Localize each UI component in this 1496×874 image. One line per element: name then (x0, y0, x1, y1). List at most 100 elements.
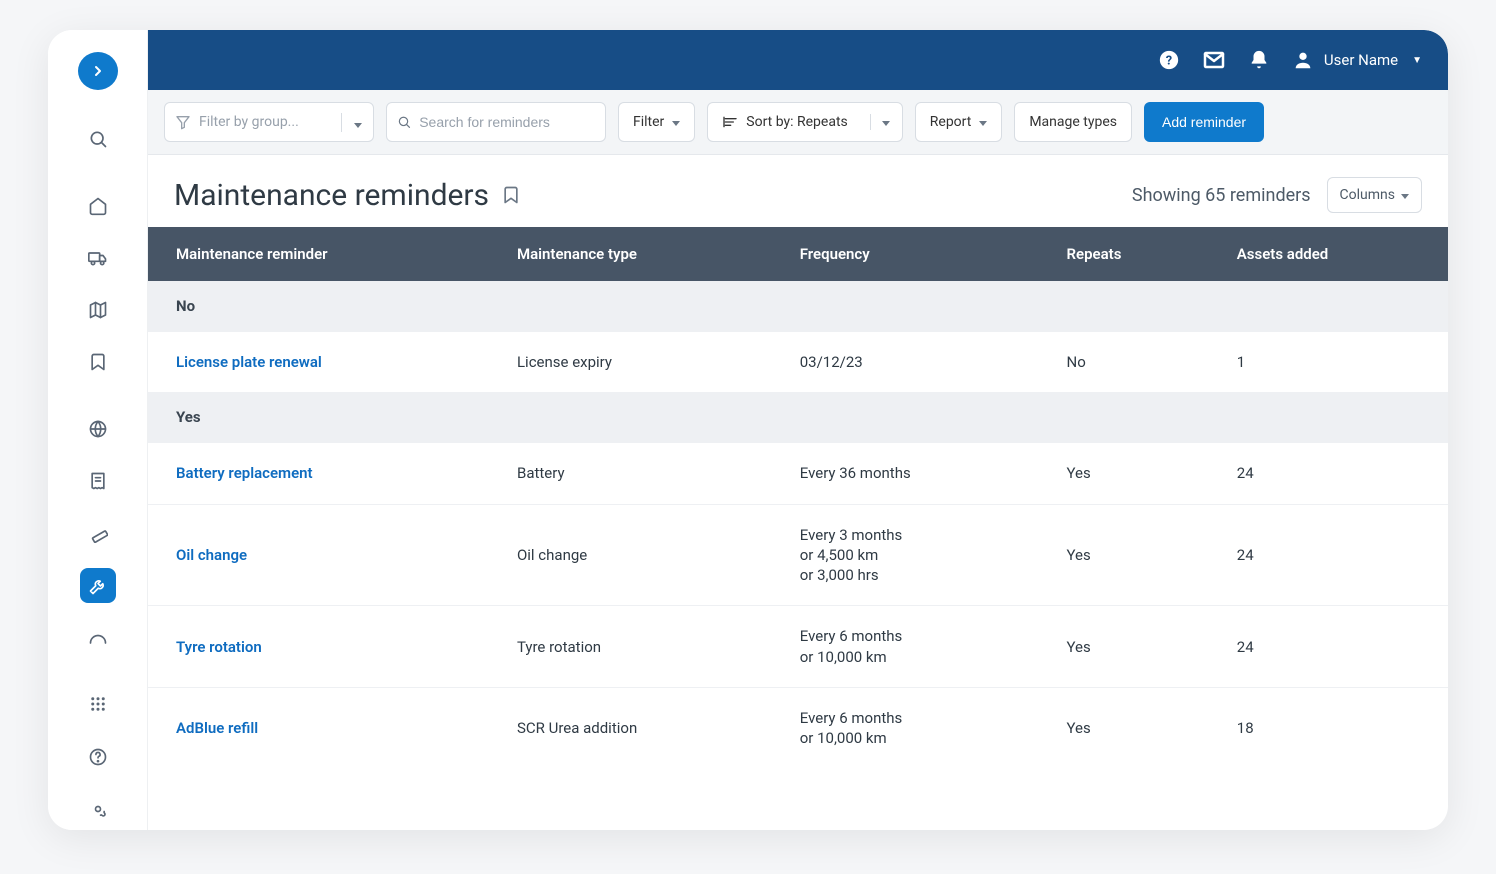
ruler-icon (88, 523, 108, 543)
filter-button[interactable]: Filter (618, 102, 695, 142)
nav-measure[interactable] (80, 516, 116, 550)
envelope-icon (1202, 48, 1226, 72)
reminder-link[interactable]: AdBlue refill (176, 719, 258, 737)
user-icon (1292, 49, 1314, 71)
cell-reminder: AdBlue refill (148, 687, 495, 768)
nav-maintenance[interactable] (80, 568, 116, 602)
cell-type: Oil change (495, 504, 778, 606)
reminder-link[interactable]: Tyre rotation (176, 638, 262, 656)
page-title-text: Maintenance reminders (174, 178, 489, 213)
truck-icon (88, 248, 108, 268)
filter-icon (175, 114, 191, 130)
cell-repeats: Yes (1045, 606, 1215, 688)
search-input[interactable] (419, 114, 595, 130)
topbar: ? User Name ▼ (148, 30, 1448, 90)
cell-repeats: Yes (1045, 504, 1215, 606)
sort-button[interactable]: Sort by: Repeats (707, 102, 902, 142)
toolbar: Filter by group... Filter Sort by: Repea… (148, 90, 1448, 155)
cell-frequency: Every 6 monthsor 10,000 km (778, 687, 1045, 768)
search-icon (88, 129, 108, 149)
nav-help[interactable] (80, 739, 116, 773)
cell-assets: 24 (1215, 504, 1448, 606)
col-assets[interactable]: Assets added (1215, 227, 1448, 281)
cell-frequency: 03/12/23 (778, 332, 1045, 393)
cell-assets: 18 (1215, 687, 1448, 768)
nav-bookmarks[interactable] (80, 345, 116, 379)
grid-icon (89, 695, 107, 713)
report-button[interactable]: Report (915, 102, 1003, 142)
table-row: AdBlue refill SCR Urea additionEvery 6 mo… (148, 687, 1448, 768)
reminder-link[interactable]: Oil change (176, 546, 247, 564)
cell-reminder: Battery replacement (148, 443, 495, 504)
cell-repeats: Yes (1045, 443, 1215, 504)
report-label: Report (930, 114, 972, 130)
receipt-icon (88, 471, 108, 491)
user-name-label: User Name (1324, 51, 1398, 69)
caret-down-icon (1401, 187, 1409, 203)
nav-globe[interactable] (80, 412, 116, 446)
reminder-link[interactable]: License plate renewal (176, 353, 322, 371)
manage-types-label: Manage types (1029, 114, 1117, 130)
topbar-messages-button[interactable] (1202, 48, 1226, 72)
nav-speedometer[interactable] (80, 621, 116, 655)
gauge-icon (88, 632, 108, 644)
sidebar (48, 30, 148, 830)
group-label: Yes (148, 392, 1448, 443)
col-repeats[interactable]: Repeats (1045, 227, 1215, 281)
bookmark-outline-icon[interactable] (501, 185, 521, 205)
nav-reports[interactable] (80, 464, 116, 498)
cell-type: License expiry (495, 332, 778, 393)
search-icon (397, 114, 411, 130)
table-row: Tyre rotationTyre rotationEvery 6 months… (148, 606, 1448, 688)
group-row[interactable]: Yes (148, 392, 1448, 443)
table-wrapper: Maintenance reminder Maintenance type Fr… (148, 227, 1448, 830)
col-frequency[interactable]: Frequency (778, 227, 1045, 281)
columns-button[interactable]: Columns (1327, 177, 1422, 213)
bookmark-icon (88, 352, 108, 372)
bell-icon (1248, 49, 1270, 71)
group-filter-placeholder: Filter by group... (199, 114, 299, 130)
caret-down-icon (672, 114, 680, 130)
col-reminder[interactable]: Maintenance reminder (148, 227, 495, 281)
group-row[interactable]: No (148, 281, 1448, 332)
expand-sidebar-button[interactable] (78, 52, 118, 90)
add-reminder-button[interactable]: Add reminder (1144, 102, 1264, 142)
cell-type: Tyre rotation (495, 606, 778, 688)
svg-text:?: ? (1166, 54, 1172, 69)
cell-type: SCR Urea addition (495, 687, 778, 768)
page-header: Maintenance reminders Showing 65 reminde… (148, 155, 1448, 227)
cell-reminder: Oil change (148, 504, 495, 606)
topbar-notifications-button[interactable] (1248, 49, 1270, 71)
col-type[interactable]: Maintenance type (495, 227, 778, 281)
cell-repeats: No (1045, 332, 1215, 393)
cell-type: Battery (495, 443, 778, 504)
topbar-user-menu[interactable]: User Name ▼ (1292, 49, 1422, 71)
cell-frequency: Every 3 monthsor 4,500 kmor 3,000 hrs (778, 504, 1045, 606)
main-content: ? User Name ▼ Filter by group... (148, 30, 1448, 830)
group-filter-caret[interactable] (341, 113, 373, 132)
cell-assets: 1 (1215, 332, 1448, 393)
manage-types-button[interactable]: Manage types (1014, 102, 1132, 142)
filter-label: Filter (633, 114, 664, 130)
globe-icon (88, 419, 108, 439)
reminder-link[interactable]: Battery replacement (176, 464, 313, 482)
nav-settings[interactable] (80, 792, 116, 826)
showing-count: Showing 65 reminders (1132, 185, 1311, 206)
nav-search[interactable] (80, 122, 116, 156)
cell-reminder: License plate renewal (148, 332, 495, 393)
nav-home[interactable] (80, 188, 116, 222)
table-row: License plate renewal License expiry03/12… (148, 332, 1448, 393)
cell-assets: 24 (1215, 606, 1448, 688)
sort-caret[interactable] (870, 114, 902, 130)
home-icon (88, 196, 108, 216)
nav-fleet[interactable] (80, 241, 116, 275)
gear-icon (88, 799, 108, 819)
nav-map[interactable] (80, 293, 116, 327)
search-box[interactable] (386, 102, 606, 142)
nav-apps[interactable] (80, 687, 116, 721)
group-filter[interactable]: Filter by group... (164, 102, 374, 142)
topbar-help-button[interactable]: ? (1158, 49, 1180, 71)
table-row: Oil changeOil changeEvery 3 monthsor 4,5… (148, 504, 1448, 606)
page-title: Maintenance reminders (174, 178, 521, 213)
reminders-table: Maintenance reminder Maintenance type Fr… (148, 227, 1448, 768)
